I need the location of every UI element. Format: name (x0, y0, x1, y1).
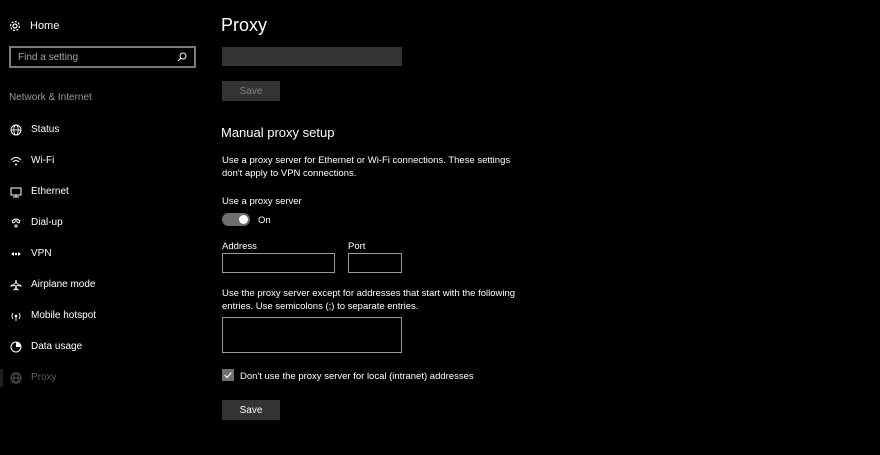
toggle-knob (239, 215, 248, 224)
sidebar-item-label: Ethernet (31, 186, 69, 197)
manual-proxy-description: Use a proxy server for Ethernet or Wi-Fi… (222, 155, 511, 179)
local-addresses-label[interactable]: Don't use the proxy server for local (in… (240, 371, 474, 382)
sidebar-item-data-usage[interactable]: Data usage (0, 331, 205, 362)
wifi-icon (10, 155, 22, 167)
sidebar-item-label: Status (31, 124, 60, 135)
script-save-button[interactable]: Save (222, 81, 280, 101)
sidebar-item-proxy[interactable]: Proxy (0, 362, 205, 393)
sidebar-item-mobile-hotspot[interactable]: Mobile hotspot (0, 300, 205, 331)
home-link[interactable]: Home (9, 17, 59, 35)
search-input[interactable] (18, 51, 168, 63)
exceptions-field[interactable] (222, 317, 402, 353)
sidebar-item-dialup[interactable]: Dial-up (0, 207, 205, 238)
sidebar-item-label: Dial-up (31, 217, 63, 228)
search-box[interactable] (9, 46, 196, 68)
phone-icon (10, 217, 22, 229)
vpn-icon (10, 248, 22, 260)
use-proxy-label: Use a proxy server (222, 196, 302, 207)
sidebar-item-wifi[interactable]: Wi-Fi (0, 145, 205, 176)
globe-icon (10, 372, 22, 384)
sidebar-item-label: VPN (31, 248, 52, 259)
toggle-state-label: On (258, 215, 271, 226)
nav-list: Status Wi-Fi Ethernet Dial-up VPN Airpla… (0, 114, 205, 393)
use-proxy-toggle[interactable] (222, 213, 250, 226)
hotspot-icon (10, 310, 22, 322)
section-label: Network & Internet (9, 92, 92, 103)
selection-indicator (0, 368, 3, 387)
save-button[interactable]: Save (222, 400, 280, 420)
address-field[interactable] (222, 253, 335, 273)
ethernet-icon (10, 186, 22, 198)
sidebar-item-label: Proxy (31, 372, 57, 383)
sidebar-item-label: Wi-Fi (31, 155, 55, 166)
sidebar-item-label: Mobile hotspot (31, 310, 97, 321)
port-label: Port (348, 241, 366, 252)
exceptions-description: Use the proxy server except for addresse… (222, 288, 516, 312)
checkmark-icon (224, 372, 232, 379)
sidebar-item-status[interactable]: Status (0, 114, 205, 145)
data-usage-icon (10, 341, 22, 353)
manual-proxy-heading: Manual proxy setup (221, 125, 335, 140)
sidebar-item-ethernet[interactable]: Ethernet (0, 176, 205, 207)
sidebar-item-vpn[interactable]: VPN (0, 238, 205, 269)
main-content: Proxy Save Manual proxy setup Use a prox… (221, 0, 861, 455)
globe-icon (10, 124, 22, 136)
airplane-icon (10, 279, 22, 291)
setup-script-address-field[interactable] (222, 47, 402, 66)
home-label: Home (30, 20, 60, 32)
gear-icon (9, 20, 21, 32)
sidebar-item-label: Airplane mode (31, 279, 96, 290)
sidebar-item-airplane-mode[interactable]: Airplane mode (0, 269, 205, 300)
address-label: Address (222, 241, 257, 252)
search-icon[interactable] (176, 51, 188, 63)
sidebar-item-label: Data usage (31, 341, 83, 352)
local-addresses-checkbox[interactable] (222, 369, 234, 381)
sidebar: Home Network & Internet Status Wi-Fi (0, 0, 205, 455)
page-title: Proxy (221, 15, 268, 35)
settings-window: Home Network & Internet Status Wi-Fi (0, 0, 880, 455)
port-field[interactable] (348, 253, 402, 273)
